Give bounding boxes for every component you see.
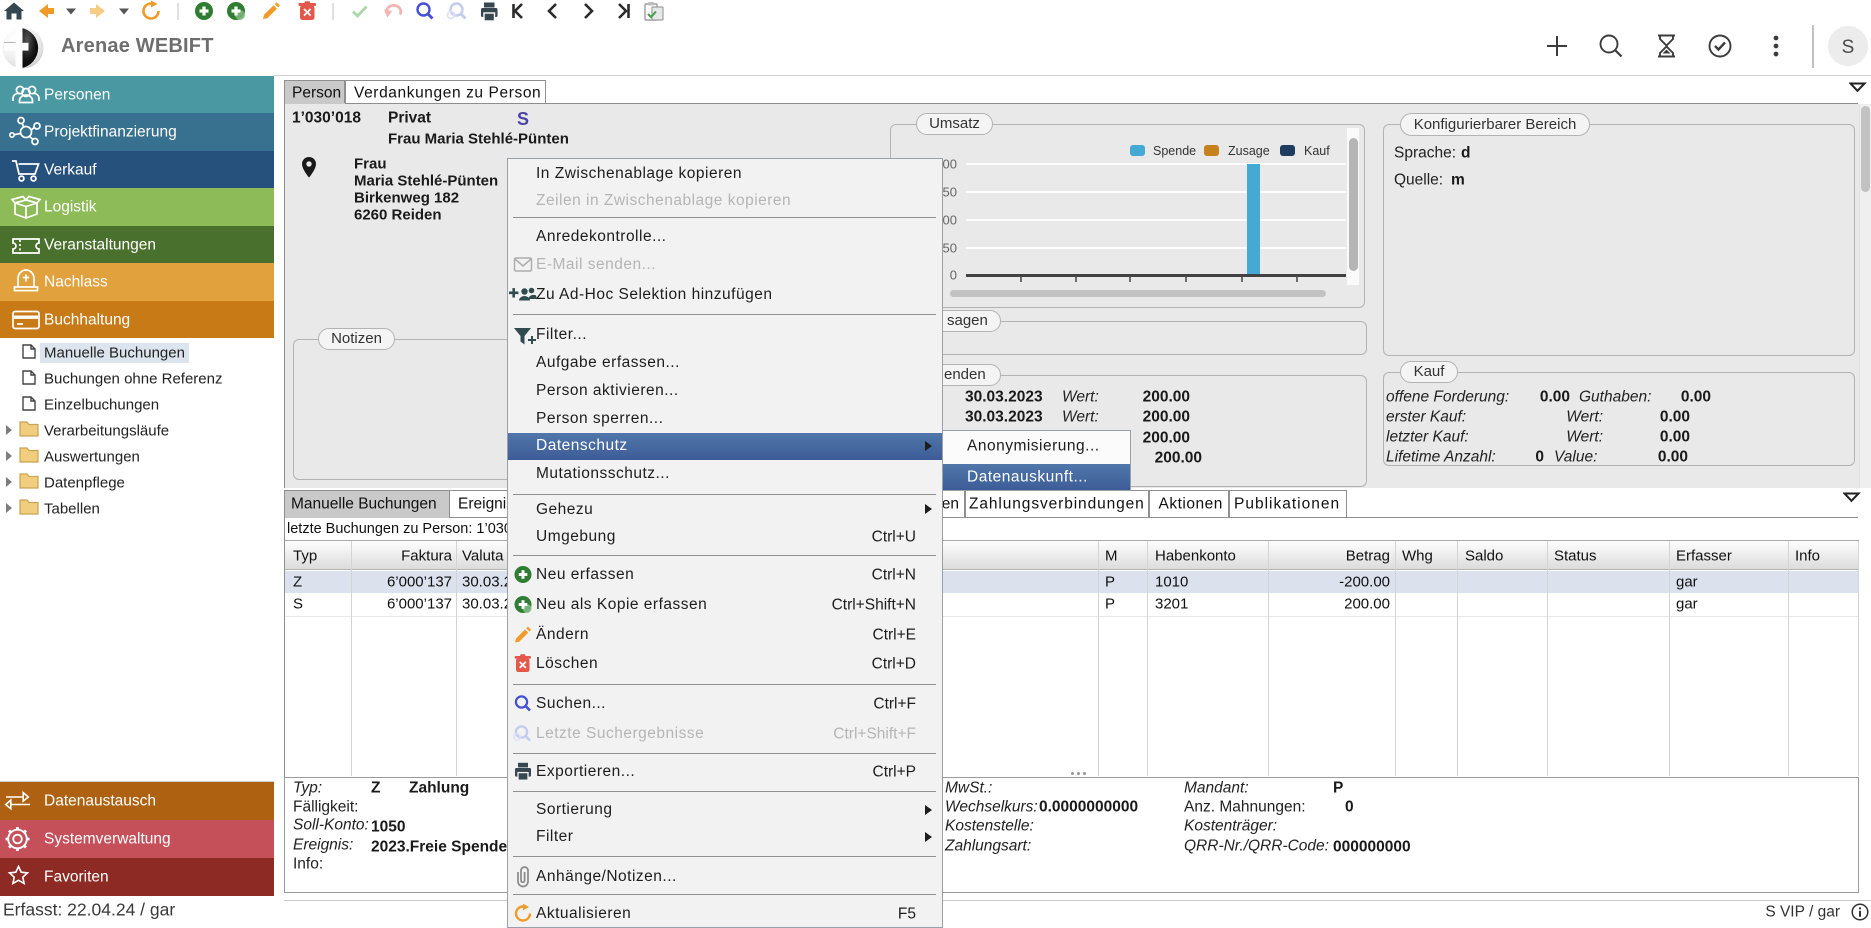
svg-text:S: S <box>1842 37 1855 58</box>
